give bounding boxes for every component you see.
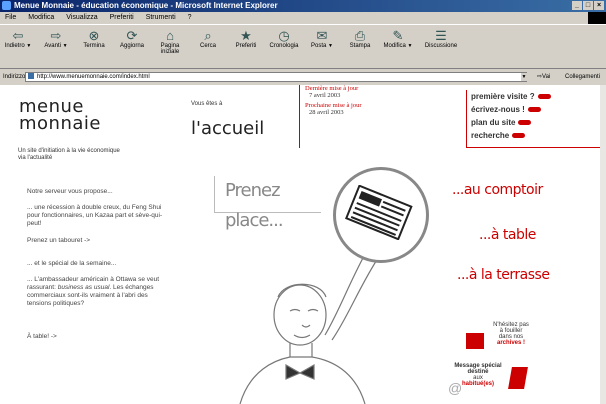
refresh-icon: ⟳ [126,28,138,43]
nav-contact[interactable]: écrivez-nous ! [471,103,606,116]
newspaper-icon [345,185,413,240]
links-button[interactable]: Collegamenti [565,69,600,85]
edit-icon: ✎ [392,28,404,43]
print-button[interactable]: ⎙ Stampa [342,28,378,49]
terrasse-link[interactable]: ...à la terrasse [457,267,550,283]
forward-button[interactable]: ⇨ Avanti ▼ [38,28,74,49]
update-label: Dernière mise à jour [305,85,359,92]
favorites-button[interactable]: ★ Preferiti [228,28,264,49]
url-dropdown-icon[interactable]: ▼ [521,73,527,81]
dropdown-icon[interactable]: ▼ [408,43,413,49]
special-heading: ... et le spécial de la semaine... [27,260,117,267]
stop-button[interactable]: ⊗ Termina [76,28,112,49]
discuss-button[interactable]: ☰ Discussione [418,28,464,49]
mail-icon: ✉ [316,28,328,43]
update-date: 7 avril 2003 [309,92,341,99]
windows-logo [588,12,606,24]
maximize-button[interactable]: □ [583,1,593,10]
ie-icon [2,1,11,10]
special-text: ... L'ambassadeur américain à Ottawa se … [27,276,160,307]
red-oval-icon [527,107,541,113]
red-flag-icon [508,367,528,389]
server-heading: Notre serveur vous propose... [27,188,113,195]
window-title: Menue Monnaie - éducation économique - M… [14,1,278,10]
menu-bar: File Modifica Visualizza Preferiti Strum… [0,12,606,24]
comptoir-link[interactable]: ...au comptoir [452,182,543,198]
dropdown-icon[interactable]: ▼ [63,43,68,49]
table-link[interactable]: ...à table [479,227,536,243]
page-content: menue monnaie Un site d'initiation à la … [0,85,606,404]
red-oval-icon [518,120,532,126]
history-button[interactable]: ◷ Cronologia [266,28,302,49]
menu-strumenti[interactable]: Strumenti [146,14,176,21]
site-logo[interactable]: menue monnaie [19,98,101,133]
go-button[interactable]: ⇨Vai [537,69,550,85]
back-arrow-icon: ⇦ [12,28,24,43]
dropdown-icon[interactable]: ▼ [328,43,333,49]
window-titlebar: Menue Monnaie - éducation économique - M… [0,0,606,12]
page-title: l'accueil [191,118,265,139]
update-info: Dernière mise à jour 7 avril 2003 Procha… [299,85,459,148]
nav-search[interactable]: recherche [471,129,606,142]
page-icon [28,73,34,80]
menu-preferiti[interactable]: Preferiti [110,14,134,21]
stop-icon: ⊗ [88,28,100,43]
print-icon: ⎙ [354,28,366,43]
home-button[interactable]: ⌂ Pagina iniziale [152,28,188,55]
breadcrumb-prefix: Vous êtes à [191,101,223,107]
next-update-date: 28 avril 2003 [309,109,344,116]
next-update-label: Prochaine mise à jour [305,102,362,109]
browser-toolbar: ⇦ Indietro ▼ ⇨ Avanti ▼ ⊗ Termina ⟳ Aggiorna… [0,24,606,69]
address-label: Indirizzo [3,74,26,80]
menu-modifica[interactable]: Modifica [28,14,54,21]
site-tagline: Un site d'initiation à la vie économique… [18,148,120,161]
special-link[interactable]: À table! -> [27,333,172,341]
nav-first-visit[interactable]: première visite ? [471,90,606,103]
nav-sitemap[interactable]: plan du site [471,116,606,129]
minimize-button[interactable]: _ [572,1,582,10]
red-oval-icon [512,133,526,139]
menu-help[interactable]: ? [188,14,192,21]
site-nav: première visite ? écrivez-nous ! plan du… [466,90,606,148]
home-icon: ⌂ [166,28,174,43]
url-input[interactable]: http://www.menuemonnaie.com/index.html [25,72,527,82]
dropdown-icon[interactable]: ▼ [26,43,31,49]
menu-file[interactable]: File [5,14,16,21]
back-button[interactable]: ⇦ Indietro ▼ [0,28,36,49]
search-icon: ⌕ [204,28,212,43]
menu-visualizza[interactable]: Visualizza [66,14,97,21]
archives-box-icon [466,333,484,349]
red-oval-icon [537,94,551,100]
mail-button[interactable]: ✉ Posta ▼ [304,28,340,49]
edit-button[interactable]: ✎ Modifica ▼ [380,28,416,49]
window-controls: _ □ × [572,1,604,10]
favorites-icon: ★ [240,28,252,43]
history-icon: ◷ [278,28,290,43]
server-text: ... une récession à double creux, du Fen… [27,204,163,227]
discuss-icon: ☰ [435,28,447,43]
close-button[interactable]: × [594,1,604,10]
refresh-button[interactable]: ⟳ Aggiorna [114,28,150,49]
vertical-scrollbar[interactable] [600,85,606,404]
search-button[interactable]: ⌕ Cerca [190,28,226,49]
forward-arrow-icon: ⇨ [50,28,62,43]
address-bar: Indirizzo http://www.menuemonnaie.com/in… [0,69,606,85]
at-symbol-icon: @ [448,380,463,396]
server-link[interactable]: Prenez un tabouret -> [27,237,172,245]
